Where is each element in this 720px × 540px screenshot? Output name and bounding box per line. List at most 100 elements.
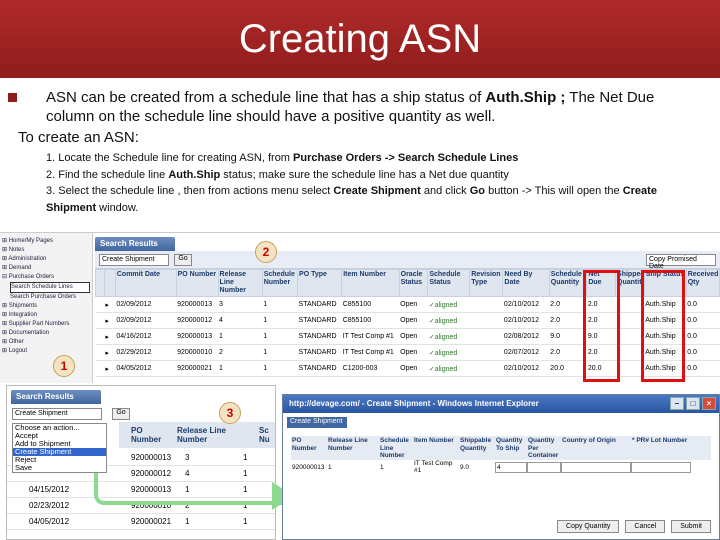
nav-item-home[interactable]: ⊞ Home/My Pages: [2, 237, 90, 246]
cs-col-country-of-origin: Country of Origin: [562, 437, 616, 444]
cell-received-qty: 0.0: [686, 344, 720, 361]
create-shipment-row: 920000013 1 1 IT Test Comp #1 9.0 4: [291, 460, 711, 474]
col-item-number[interactable]: Item Number: [341, 269, 400, 297]
cell-need-by-date: 02/10/2012: [502, 312, 550, 329]
cs-country-select[interactable]: [561, 461, 631, 473]
copy-quantity-button[interactable]: Copy Quantity: [557, 520, 620, 533]
cs-qty-per-container-input[interactable]: [527, 461, 561, 473]
cell-schedule-number: 1: [262, 312, 298, 329]
cell-expand[interactable]: ▸: [104, 344, 116, 361]
cell-po-number: 920000010: [176, 344, 219, 361]
cell-expand[interactable]: ▸: [104, 296, 116, 313]
cell-po-number: 920000013: [176, 296, 219, 313]
cell-need-by-date: 02/10/2012: [502, 296, 550, 313]
actions-go-button[interactable]: Go: [112, 408, 130, 420]
cs-qty-to-ship-input[interactable]: 4: [495, 461, 527, 473]
cell-schedule-quantity: 2.0: [549, 312, 587, 329]
cell-expand[interactable]: ▸: [104, 312, 116, 329]
cell-item-number: C855100: [341, 296, 400, 313]
cell-select[interactable]: [95, 312, 105, 329]
col-oracle-status[interactable]: Oracle Status: [398, 269, 429, 297]
col-po-number[interactable]: PO Number: [175, 269, 219, 297]
cell-revision-type: [469, 312, 503, 329]
nav-item-search-schedule-lines[interactable]: Search Schedule Lines: [10, 282, 90, 293]
cancel-button[interactable]: Cancel: [625, 520, 666, 533]
submit-button[interactable]: Submit: [671, 520, 711, 533]
nav-item-administration[interactable]: ⊞ Administration: [2, 255, 90, 264]
actions-search-results-header: Search Results: [11, 390, 101, 404]
minimize-icon[interactable]: –: [670, 397, 684, 410]
cell-release-line: 1: [218, 360, 263, 377]
close-icon[interactable]: ×: [702, 397, 716, 410]
cs-col-qty-to-ship: Quantity To Ship: [496, 437, 523, 452]
table-row[interactable]: ▸ 02/09/2012 920000013 3 1 STANDARD C855100 Ope…: [95, 296, 720, 313]
col-po-type[interactable]: PO Type: [297, 269, 343, 297]
cell-po-number: 920000012: [176, 312, 219, 329]
col-received-qty[interactable]: Received Qty: [685, 269, 720, 297]
cs-col-item-number: Item Number: [414, 437, 454, 444]
cell-oracle-status: Open: [399, 312, 428, 329]
actions-cell-release: 1: [185, 517, 190, 526]
nav-item-shipments[interactable]: ⊞ Shipments: [2, 302, 90, 311]
cell-received-qty: 0.0: [686, 296, 720, 313]
step-3-mid: and click: [420, 185, 470, 197]
cs-col-qty-per-container: Quantity Per Container: [528, 437, 559, 459]
schedule-lines-screenshot: ⊞ Home/My Pages ⊞ Notes ⊞ Administration…: [0, 232, 720, 383]
col-schedule-status[interactable]: Schedule Status: [427, 269, 471, 297]
create-shipment-header-row: PO Number Release Line Number Schedule L…: [291, 436, 711, 460]
nav-item-purchase-orders[interactable]: ⊟ Purchase Orders: [2, 273, 90, 282]
cell-commit-date: 04/16/2012: [115, 328, 177, 345]
step-3-text: 3. Select the schedule line , then from …: [46, 185, 334, 197]
step-2: 2. Find the schedule line Auth.Ship stat…: [46, 167, 706, 184]
create-shipment-table: PO Number Release Line Number Schedule L…: [291, 436, 711, 474]
nav-item-search-purchase-orders[interactable]: Search Purchase Orders: [10, 293, 90, 302]
actions-col-release-line: Release Line Number: [177, 426, 226, 444]
col-schedule-quantity[interactable]: Schedule Quantity: [548, 269, 588, 297]
cs-lot-number-input[interactable]: [631, 461, 691, 473]
nav-item-other[interactable]: ⊞ Other: [2, 338, 90, 347]
cell-po-number: 920000013: [176, 328, 219, 345]
cell-revision-type: [469, 344, 503, 361]
search-results-panel: Search Results Create Shipment Go Copy P…: [95, 237, 720, 383]
copy-promised-date-select[interactable]: Copy Promised Date: [646, 254, 716, 270]
cell-commit-date: 04/05/2012: [115, 360, 177, 377]
cell-release-line: 3: [218, 296, 263, 313]
nav-item-notes[interactable]: ⊞ Notes: [2, 246, 90, 255]
col-schedule-number[interactable]: Schedule Number: [261, 269, 299, 297]
cell-expand[interactable]: ▸: [104, 360, 116, 377]
nav-item-integration[interactable]: ⊞ Integration: [2, 311, 90, 320]
cs-col-lot-number: * PR# Lot Number: [632, 437, 688, 444]
menu-item-save[interactable]: Save: [13, 464, 106, 472]
table-row[interactable]: ▸ 02/09/2012 920000012 4 1 STANDARD C855100 Ope…: [95, 312, 720, 329]
bullet-bold: Auth.Ship ;: [485, 89, 566, 106]
cell-select[interactable]: [95, 296, 105, 313]
cell-select[interactable]: [95, 328, 105, 345]
col-release-line[interactable]: Release Line Number: [217, 269, 263, 297]
table-row[interactable]: ▸ 04/05/2012 920000021 1 1 STANDARD C1200-003 O…: [95, 360, 720, 377]
actions-create-shipment-select[interactable]: Create Shipment: [12, 408, 102, 420]
cell-schedule-number: 1: [262, 328, 298, 345]
col-commit-date[interactable]: Commit Date: [114, 269, 177, 297]
steps-list: 1. Locate the Schedule line for creating…: [46, 150, 706, 216]
nav-item-documentation[interactable]: ⊞ Documentation: [2, 329, 90, 338]
go-button[interactable]: Go: [174, 254, 192, 266]
table-row[interactable]: ▸ 02/29/2012 920000010 2 1 STANDARD IT Test Co…: [95, 344, 720, 361]
actions-table-row[interactable]: 04/05/2012 920000021 1 1: [7, 514, 275, 530]
col-revision-type[interactable]: Revision Type: [469, 269, 504, 297]
maximize-icon[interactable]: □: [686, 397, 700, 410]
nav-item-demand[interactable]: ⊞ Demand: [2, 264, 90, 273]
table-row[interactable]: ▸ 04/16/2012 920000013 1 1 STANDARD IT Test Co…: [95, 328, 720, 345]
cell-item-number: IT Test Comp #1: [341, 328, 400, 345]
action-select[interactable]: Create Shipment: [99, 254, 169, 266]
cell-select[interactable]: [95, 344, 105, 361]
cell-expand[interactable]: ▸: [104, 328, 116, 345]
step-3-mid-2: button -> This will open the: [485, 185, 623, 197]
cell-select[interactable]: [95, 360, 105, 377]
cell-revision-type: [469, 328, 503, 345]
nav-item-supplier-part-numbers[interactable]: ⊞ Supplier Part Numbers: [2, 320, 90, 329]
callout-3: 3: [219, 402, 241, 424]
col-need-by-date[interactable]: Need By Date: [502, 269, 550, 297]
bullet-pre: ASN can be created from a schedule line …: [46, 89, 486, 106]
slide-title: Creating ASN: [238, 16, 482, 61]
nav-item-logout[interactable]: ⊞ Logout: [2, 347, 90, 356]
